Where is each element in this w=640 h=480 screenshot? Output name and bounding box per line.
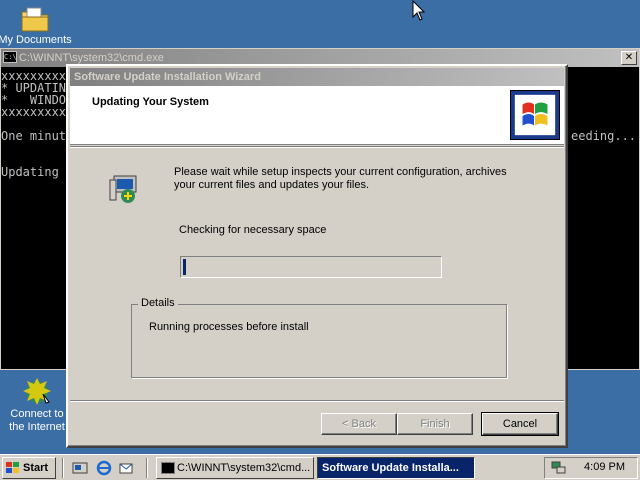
start-label: Start bbox=[23, 462, 49, 474]
back-button[interactable]: < Back bbox=[321, 413, 397, 435]
windows-flag-icon bbox=[6, 462, 19, 473]
network-icon[interactable] bbox=[551, 461, 567, 475]
cmd-icon: C:\ bbox=[3, 51, 17, 63]
folder-icon bbox=[21, 7, 49, 32]
wizard-title: Software Update Installation Wizard bbox=[74, 71, 261, 83]
system-tray: 4:09 PM bbox=[544, 457, 638, 479]
taskbar: Start C:\WINNT\system32\cmd... Software … bbox=[0, 454, 640, 480]
details-group: Details Running processes before install bbox=[131, 297, 507, 378]
taskbar-task-wizard[interactable]: Software Update Installa... bbox=[317, 457, 475, 479]
desktop-icon-label-line2: the Internet bbox=[9, 421, 65, 433]
wizard-title-bar[interactable]: Software Update Installation Wizard bbox=[70, 68, 564, 86]
desktop-icon-my-documents[interactable]: My Documents bbox=[0, 4, 74, 47]
taskbar-task-cmd[interactable]: C:\WINNT\system32\cmd... bbox=[156, 457, 314, 479]
finish-button[interactable]: Finish bbox=[397, 413, 473, 435]
details-text: Running processes before install bbox=[149, 321, 309, 333]
cmd-icon bbox=[161, 462, 175, 474]
button-divider bbox=[70, 400, 564, 402]
show-desktop-icon[interactable] bbox=[72, 460, 88, 476]
desktop-icon-label-line1: Connect to bbox=[10, 408, 64, 420]
cmd-title: C:\WINNT\system32\cmd.exe bbox=[19, 52, 164, 64]
cmd-line-right: eeding... bbox=[571, 129, 637, 143]
globe-connect-icon bbox=[23, 378, 51, 405]
quicklaunch-divider bbox=[62, 458, 64, 478]
wizard-header: Updating Your System bbox=[70, 86, 564, 145]
internet-explorer-icon[interactable] bbox=[96, 460, 112, 476]
desktop-icon-label: My Documents bbox=[0, 34, 72, 46]
quicklaunch-divider bbox=[146, 458, 148, 478]
header-divider bbox=[70, 146, 564, 148]
clock[interactable]: 4:09 PM bbox=[584, 461, 625, 473]
details-legend: Details bbox=[138, 297, 178, 309]
status-text: Checking for necessary space bbox=[179, 224, 327, 236]
progress-fill bbox=[183, 259, 186, 275]
cmd-line: xxxxxxxxx bbox=[1, 105, 67, 119]
cancel-button[interactable]: Cancel bbox=[481, 412, 559, 436]
cmd-line: Updating bbox=[1, 165, 59, 179]
wizard-description: Please wait while setup inspects your cu… bbox=[174, 166, 507, 191]
desktop-icon-connect-internet[interactable]: Connect to the Internet bbox=[0, 376, 76, 434]
cmd-line: One minut bbox=[1, 129, 67, 143]
start-button[interactable]: Start bbox=[2, 457, 56, 479]
setup-computer-icon bbox=[109, 175, 137, 203]
update-wizard-dialog[interactable]: Software Update Installation Wizard Upda… bbox=[66, 64, 568, 448]
windows-logo-icon bbox=[510, 90, 560, 140]
outlook-express-icon[interactable] bbox=[118, 460, 134, 476]
mouse-cursor-icon bbox=[412, 0, 426, 21]
task-label: C:\WINNT\system32\cmd... bbox=[177, 462, 311, 474]
progress-bar bbox=[180, 256, 442, 278]
close-icon[interactable]: ✕ bbox=[621, 51, 637, 65]
wizard-header-title: Updating Your System bbox=[92, 96, 209, 108]
task-label: Software Update Installa... bbox=[322, 462, 459, 474]
